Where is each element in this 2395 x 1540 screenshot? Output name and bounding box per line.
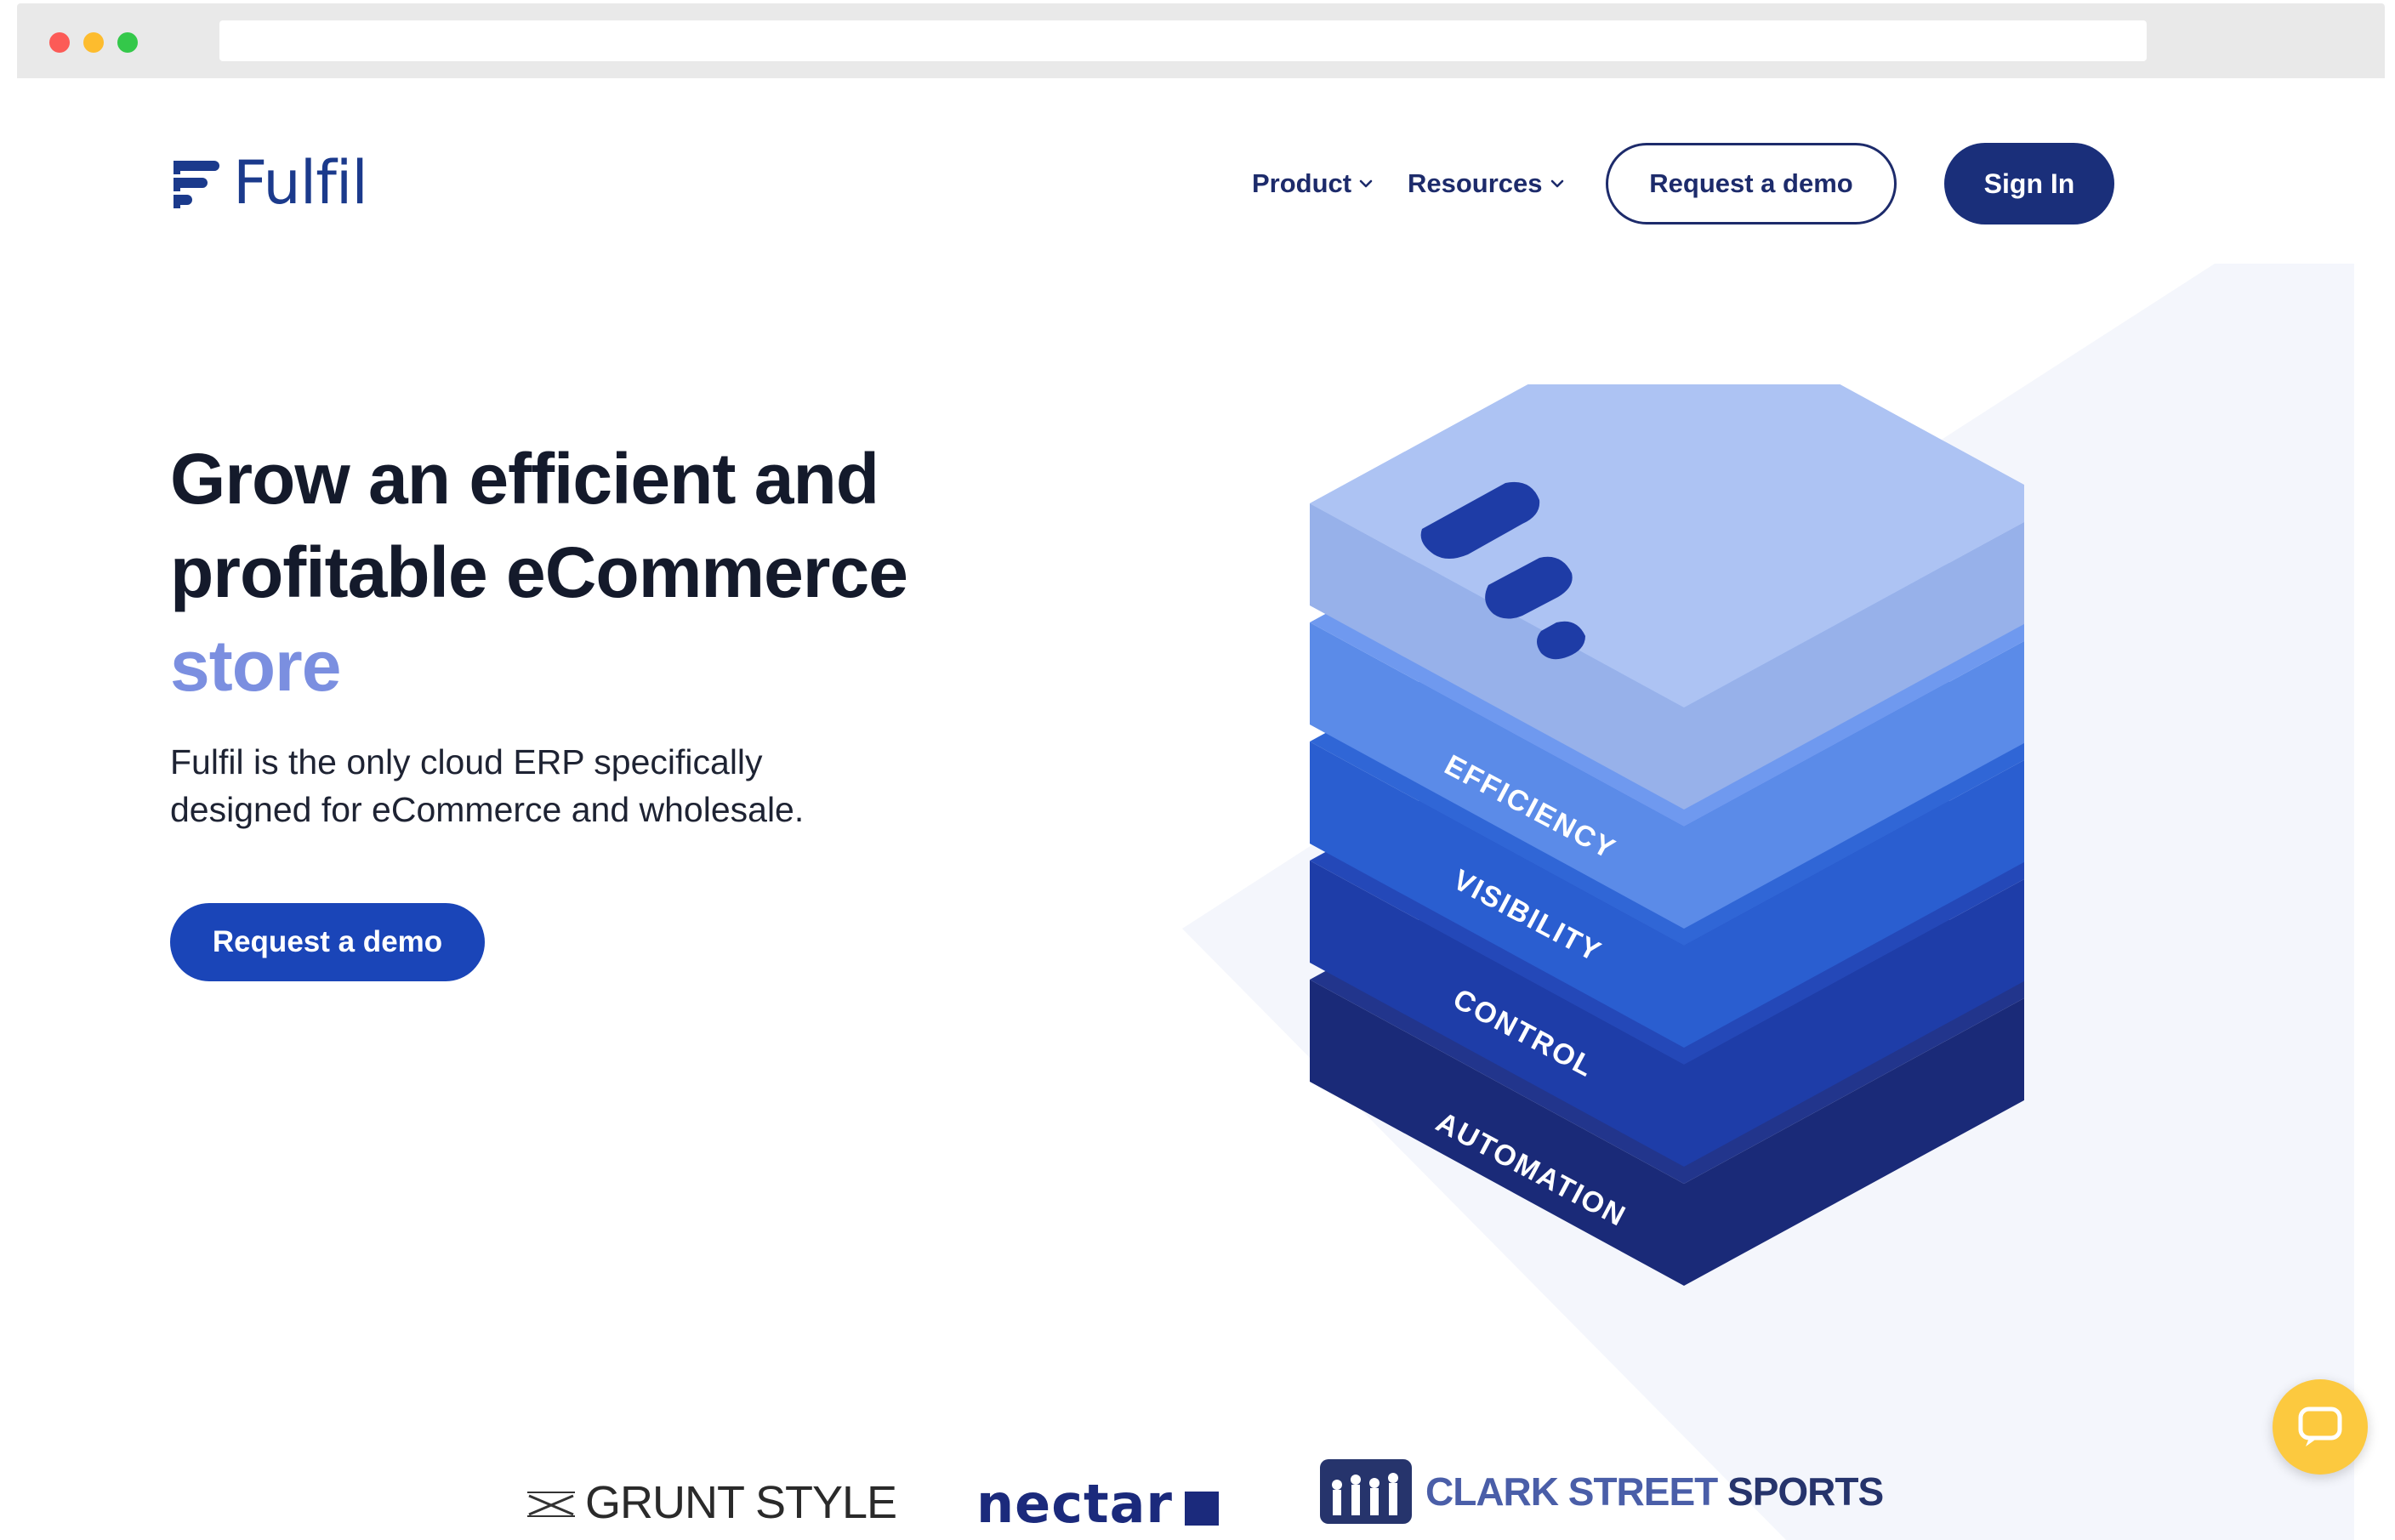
sports-text: SPORTS — [1727, 1469, 1884, 1514]
hero-title-line1: Grow an efficient and — [170, 439, 879, 519]
nectar-text: nectar — [976, 1473, 1173, 1535]
sign-in-button[interactable]: Sign In — [1944, 143, 2114, 224]
grunt-style-text: GRUNT STYLE — [585, 1477, 897, 1528]
hero-subtitle: Fulfil is the only cloud ERP specificall… — [170, 738, 936, 833]
clark-street-text: CLARK STREET — [1425, 1469, 1718, 1514]
hero-title-accent: store — [170, 626, 341, 706]
clark-street-sports-text: CLARK STREET SPORTS — [1425, 1469, 1884, 1514]
customer-logo-nectar: nectar — [976, 1473, 1219, 1535]
nav-resources[interactable]: Resources — [1408, 168, 1565, 199]
chevron-down-icon — [1550, 179, 1563, 188]
window-minimize-button[interactable] — [83, 32, 104, 53]
nectar-square-icon — [1185, 1491, 1219, 1526]
request-demo-nav-button[interactable]: Request a demo — [1606, 143, 1897, 224]
customer-logo-clark-street-sports: CLARK STREET SPORTS — [1320, 1459, 1884, 1524]
nav-product-label: Product — [1252, 168, 1352, 198]
request-demo-hero-button[interactable]: Request a demo — [170, 903, 485, 981]
fulfil-logo[interactable]: Fulfil — [170, 148, 368, 218]
nav-resources-label: Resources — [1408, 168, 1543, 198]
address-bar[interactable] — [219, 20, 2147, 61]
hero-title: Grow an efficient and profitable eCommer… — [170, 432, 1021, 713]
grunt-style-emblem-icon — [527, 1492, 575, 1517]
chat-launcher-button[interactable] — [2273, 1379, 2368, 1475]
hero-title-line2: profitable eCommerce — [170, 532, 908, 612]
customer-logo-grunt-style: GRUNT STYLE — [524, 1476, 897, 1529]
nav-product[interactable]: Product — [1252, 168, 1374, 199]
hero-subtitle-line1: Fulfil is the only cloud ERP specificall… — [170, 742, 763, 781]
window-maximize-button[interactable] — [117, 32, 138, 53]
chevron-down-icon — [1359, 179, 1373, 188]
window-close-button[interactable] — [49, 32, 70, 53]
browser-toolbar — [17, 3, 2385, 78]
chat-bubble-icon — [2298, 1406, 2342, 1446]
fulfil-logo-icon — [174, 161, 219, 208]
page: Fulfil Product Resources Request a demo … — [17, 78, 2385, 1540]
erp-layers-illustration: EFFICIENCY VISIBILITY CONTROL AUTOMATION — [1310, 384, 2024, 1286]
hero-subtitle-line2: designed for eCommerce and wholesale. — [170, 790, 805, 829]
brand-name: Fulfil — [233, 148, 368, 218]
clark-street-crowd-icon — [1320, 1459, 1412, 1524]
